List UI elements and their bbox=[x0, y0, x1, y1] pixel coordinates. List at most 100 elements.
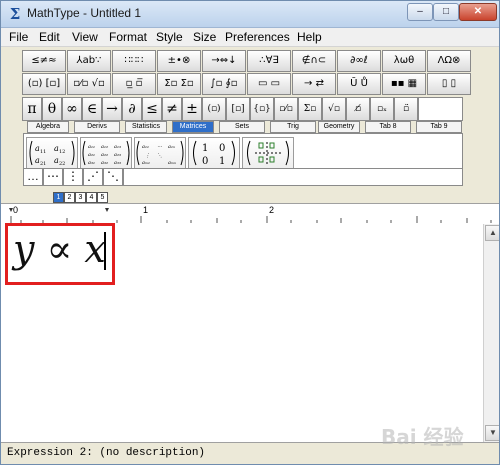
greek-lower-palette-button[interactable]: λωθ bbox=[382, 50, 426, 72]
tab-algebra[interactable]: Algebra bbox=[27, 121, 69, 133]
svg-text:11: 11 bbox=[40, 149, 46, 155]
tab-derivs[interactable]: Derivs bbox=[74, 121, 120, 133]
labeled-arrow-templates-button[interactable]: → ⇄ bbox=[292, 73, 336, 95]
maximize-button[interactable]: □ bbox=[433, 3, 459, 21]
baidu-watermark: Bai 经验 bbox=[381, 425, 464, 449]
highlight-box bbox=[5, 223, 115, 285]
size-5-button[interactable]: 5 bbox=[97, 192, 108, 203]
ruler[interactable]: 0 1 2 bbox=[1, 203, 499, 225]
svg-text:⋯: ⋯ bbox=[157, 144, 162, 150]
menu-file[interactable]: File bbox=[9, 30, 28, 44]
size-1-button[interactable]: 1 bbox=[53, 192, 64, 203]
products-set-templates-button[interactable]: Ū Ů bbox=[337, 73, 381, 95]
theta-symbol-button[interactable]: θ bbox=[42, 97, 62, 121]
parentheses-template-button[interactable]: (▫) bbox=[202, 97, 226, 121]
svg-text:12: 12 bbox=[59, 149, 65, 155]
menu-view[interactable]: View bbox=[72, 30, 98, 44]
size-4-button[interactable]: 4 bbox=[86, 192, 97, 203]
operators-palette-button[interactable]: ±•⊗ bbox=[157, 50, 201, 72]
matrix-3x3-template[interactable]: a₁₁ a₁₂ a₁₃ a₂₁ a₂₂ a₂₃ a₃₁ a₃₂ a₃₃ bbox=[80, 137, 132, 169]
spaces-ellipses-palette-button[interactable]: ⅄ab∵ bbox=[67, 50, 111, 72]
mathtype-window: Σ MathType - Untitled 1 – □ ✕ File Edit … bbox=[0, 0, 500, 465]
underbar-overbar-templates-button[interactable]: ▭ ▭ bbox=[247, 73, 291, 95]
dot-accent-template-button[interactable]: ▫̈ bbox=[394, 97, 418, 121]
svg-text:1: 1 bbox=[202, 143, 208, 154]
infinity-symbol-button[interactable]: ∞ bbox=[62, 97, 82, 121]
tab-geometry[interactable]: Geometry bbox=[318, 121, 360, 133]
tab-8[interactable]: Tab 8 bbox=[365, 121, 411, 133]
fraction-radical-templates-button[interactable]: ▫⁄▫ √▫ bbox=[67, 73, 111, 95]
fence-templates-button[interactable]: (▫) [▫] bbox=[22, 73, 66, 95]
fraction-template-button[interactable]: ▫⁄▫ bbox=[274, 97, 298, 121]
status-text: Expression 2: (no description) bbox=[7, 447, 206, 459]
integral-templates-button[interactable]: ∫▫ ∮▫ bbox=[202, 73, 246, 95]
matrix-2x2-subscripted-template[interactable]: a 11 a 12 a 21 a 22 bbox=[26, 137, 78, 169]
summation-templates-button[interactable]: Σ▫ Σ▫ bbox=[157, 73, 201, 95]
size-3-button[interactable]: 3 bbox=[75, 192, 86, 203]
matrix-3x3-icon: a₁₁ a₁₂ a₁₃ a₂₁ a₂₂ a₂₃ a₃₁ a₃₂ a₃₃ bbox=[82, 140, 130, 166]
close-button[interactable]: ✕ bbox=[459, 3, 497, 21]
matrix-templates-button[interactable]: ▪▪ ▦ bbox=[382, 73, 426, 95]
subscript-superscript-templates-button[interactable]: ▫̲ ▫̅ bbox=[112, 73, 156, 95]
element-of-symbol-button[interactable]: ∈ bbox=[82, 97, 102, 121]
menu-edit[interactable]: Edit bbox=[39, 30, 60, 44]
matrix-dashed-icon bbox=[247, 140, 289, 166]
plus-minus-symbol-button[interactable]: ± bbox=[182, 97, 202, 121]
embellishments-palette-button[interactable]: ∷∷∷ bbox=[112, 50, 156, 72]
neq-symbol-button[interactable]: ≠ bbox=[162, 97, 182, 121]
svg-text:a₁₂: a₁₂ bbox=[101, 144, 108, 150]
greek-upper-palette-button[interactable]: ΛΩ⊗ bbox=[427, 50, 471, 72]
tab-statistics[interactable]: Statistics bbox=[125, 121, 167, 133]
matrix-mxn-dotted-template[interactable]: a₁₁ a₁ₙ aₘ₁ aₘₙ ⋯ ⋱ ⋮ bbox=[134, 137, 186, 169]
arrows-palette-button[interactable]: →⇔↓ bbox=[202, 50, 246, 72]
misc-symbols-palette-button[interactable]: ∂∞ℓ bbox=[337, 50, 381, 72]
svg-text:aₘ₁: aₘ₁ bbox=[142, 160, 150, 166]
minimize-button[interactable]: – bbox=[407, 3, 433, 21]
vertical-ellipsis-button[interactable]: ⋮ bbox=[63, 168, 83, 186]
ruler-label-1: 1 bbox=[143, 205, 149, 215]
down-diagonal-ellipsis-button[interactable]: ⋱ bbox=[103, 168, 123, 186]
sum-template-button[interactable]: Σ▫ bbox=[298, 97, 322, 121]
scroll-up-arrow-icon[interactable]: ▲ bbox=[485, 225, 499, 241]
right-arrow-symbol-button[interactable]: → bbox=[102, 97, 122, 121]
vertical-scrollbar[interactable]: ▲ ▼ bbox=[483, 224, 499, 442]
scroll-down-arrow-icon[interactable]: ▼ bbox=[485, 425, 499, 441]
up-diagonal-ellipsis-button[interactable]: ⋰ bbox=[83, 168, 103, 186]
subscript-template-button[interactable]: ▫ₓ bbox=[370, 97, 394, 121]
svg-text:a₁₁: a₁₁ bbox=[88, 144, 95, 150]
matrix-dashed-template[interactable] bbox=[242, 137, 294, 169]
menu-size[interactable]: Size bbox=[193, 30, 216, 44]
tab-sets[interactable]: Sets bbox=[219, 121, 265, 133]
empty-toolbar-slot bbox=[418, 97, 463, 121]
set-theory-palette-button[interactable]: ∉∩⊂ bbox=[292, 50, 336, 72]
identity-matrix-icon: 10 01 bbox=[193, 140, 235, 167]
svg-text:0: 0 bbox=[219, 143, 225, 154]
tab-9[interactable]: Tab 9 bbox=[416, 121, 462, 133]
ruler-ticks bbox=[9, 208, 492, 223]
tab-trig[interactable]: Trig bbox=[270, 121, 316, 133]
menu-preferences[interactable]: Preferences bbox=[225, 30, 290, 44]
svg-text:0: 0 bbox=[202, 156, 208, 167]
box-templates-button[interactable]: ▯ ▯ bbox=[427, 73, 471, 95]
partial-symbol-button[interactable]: ∂ bbox=[122, 97, 142, 121]
menu-format[interactable]: Format bbox=[109, 30, 147, 44]
leq-symbol-button[interactable]: ≤ bbox=[142, 97, 162, 121]
menu-style[interactable]: Style bbox=[156, 30, 183, 44]
brackets-template-button[interactable]: [▫] bbox=[226, 97, 250, 121]
ruler-label-2: 2 bbox=[269, 205, 275, 215]
menu-help[interactable]: Help bbox=[297, 30, 322, 44]
tab-matrices[interactable]: Matrices bbox=[172, 121, 214, 133]
identity-matrix-template[interactable]: 10 01 bbox=[188, 137, 240, 169]
slash-template-button[interactable]: ▫̸ bbox=[346, 97, 370, 121]
size-2-button[interactable]: 2 bbox=[64, 192, 75, 203]
pi-symbol-button[interactable]: π bbox=[22, 97, 42, 121]
logical-palette-button[interactable]: ∴∀∃ bbox=[247, 50, 291, 72]
sqrt-template-button[interactable]: √▫ bbox=[322, 97, 346, 121]
svg-text:aₘₙ: aₘₙ bbox=[168, 160, 176, 166]
relations-palette-button[interactable]: ≤≠≈ bbox=[22, 50, 66, 72]
svg-text:a₂₂: a₂₂ bbox=[101, 152, 108, 158]
braces-template-button[interactable]: {▫} bbox=[250, 97, 274, 121]
matrices-template-panel: a 11 a 12 a 21 a 22 a₁₁ a₁₂ a₁₃ a₂₁ a₂₂ a₂₃ a₃₁ a… bbox=[23, 133, 463, 171]
ellipsis-baseline-button[interactable]: … bbox=[23, 168, 43, 186]
ellipsis-midline-button[interactable]: ⋯ bbox=[43, 168, 63, 186]
